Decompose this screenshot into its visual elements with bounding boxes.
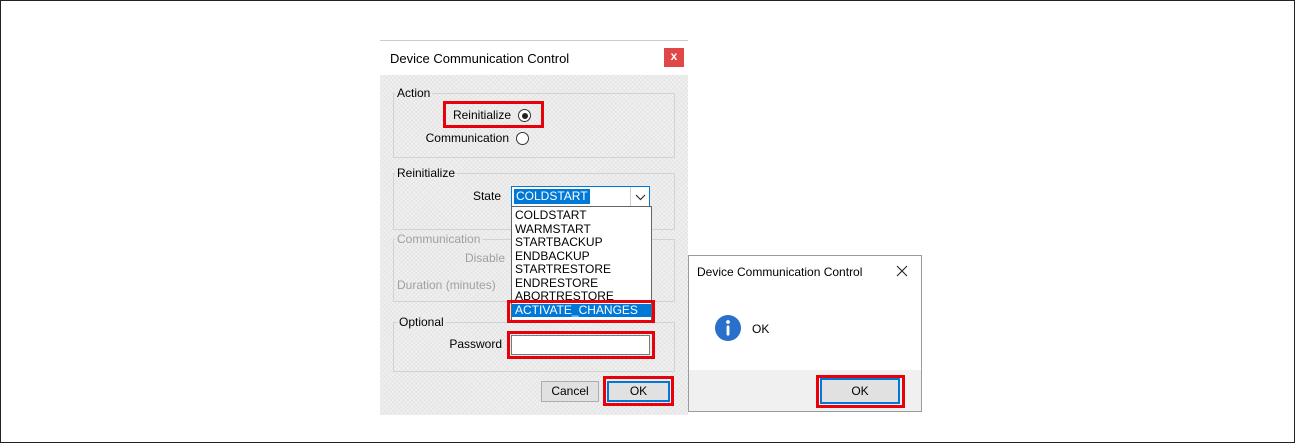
- ok-button[interactable]: OK: [607, 381, 670, 402]
- communication-option-label[interactable]: Communication: [400, 131, 509, 145]
- dialog-titlebar[interactable]: Device Communication Control x: [380, 40, 688, 75]
- communication-radio[interactable]: [516, 132, 529, 145]
- state-selected-value: COLDSTART: [514, 189, 590, 204]
- communication-group-label: Communication: [397, 232, 481, 246]
- state-option[interactable]: ENDRESTORE: [512, 277, 651, 291]
- state-combobox[interactable]: COLDSTART: [511, 186, 650, 207]
- state-dropdown-list[interactable]: COLDSTART WARMSTART STARTBACKUP ENDBACKU…: [511, 206, 652, 321]
- duration-minutes-label: Duration (minutes): [397, 278, 496, 292]
- disable-label: Disable: [464, 251, 505, 265]
- dialog-title: Device Communication Control: [390, 51, 570, 66]
- password-input[interactable]: [511, 335, 650, 355]
- state-option[interactable]: ABORTRESTORE: [512, 290, 651, 304]
- close-icon-glyph: [896, 265, 908, 277]
- reinitialize-option-label[interactable]: Reinitialize: [400, 108, 511, 122]
- state-option[interactable]: ENDBACKUP: [512, 250, 651, 264]
- reinitialize-group-label: Reinitialize: [397, 166, 456, 180]
- optional-group-label: Optional: [398, 315, 444, 329]
- message-text: OK: [752, 322, 770, 336]
- combobox-dropdown-button[interactable]: [630, 187, 649, 206]
- action-group: [393, 93, 675, 158]
- dialog-close-button[interactable]: x: [664, 48, 684, 67]
- device-communication-control-dialog: Device Communication Control x Action Re…: [380, 40, 688, 415]
- state-option[interactable]: STARTBACKUP: [512, 236, 651, 250]
- password-label: Password: [449, 337, 502, 351]
- state-option-activate-changes[interactable]: ACTIVATE_CHANGES: [512, 303, 651, 317]
- confirmation-message-box: Device Communication Control OK OK: [688, 255, 922, 412]
- action-group-label: Action: [397, 86, 431, 100]
- cancel-button[interactable]: Cancel: [541, 381, 599, 402]
- message-box-title: Device Communication Control: [697, 265, 863, 279]
- message-box-ok-button[interactable]: OK: [820, 378, 900, 404]
- info-icon: [715, 315, 741, 341]
- chevron-down-icon: [635, 194, 646, 201]
- state-label: State: [472, 189, 501, 203]
- state-option[interactable]: WARMSTART: [512, 223, 651, 237]
- reinitialize-radio[interactable]: [518, 109, 531, 122]
- close-icon[interactable]: [895, 264, 909, 278]
- state-option[interactable]: COLDSTART: [512, 209, 651, 223]
- state-option[interactable]: STARTRESTORE: [512, 263, 651, 277]
